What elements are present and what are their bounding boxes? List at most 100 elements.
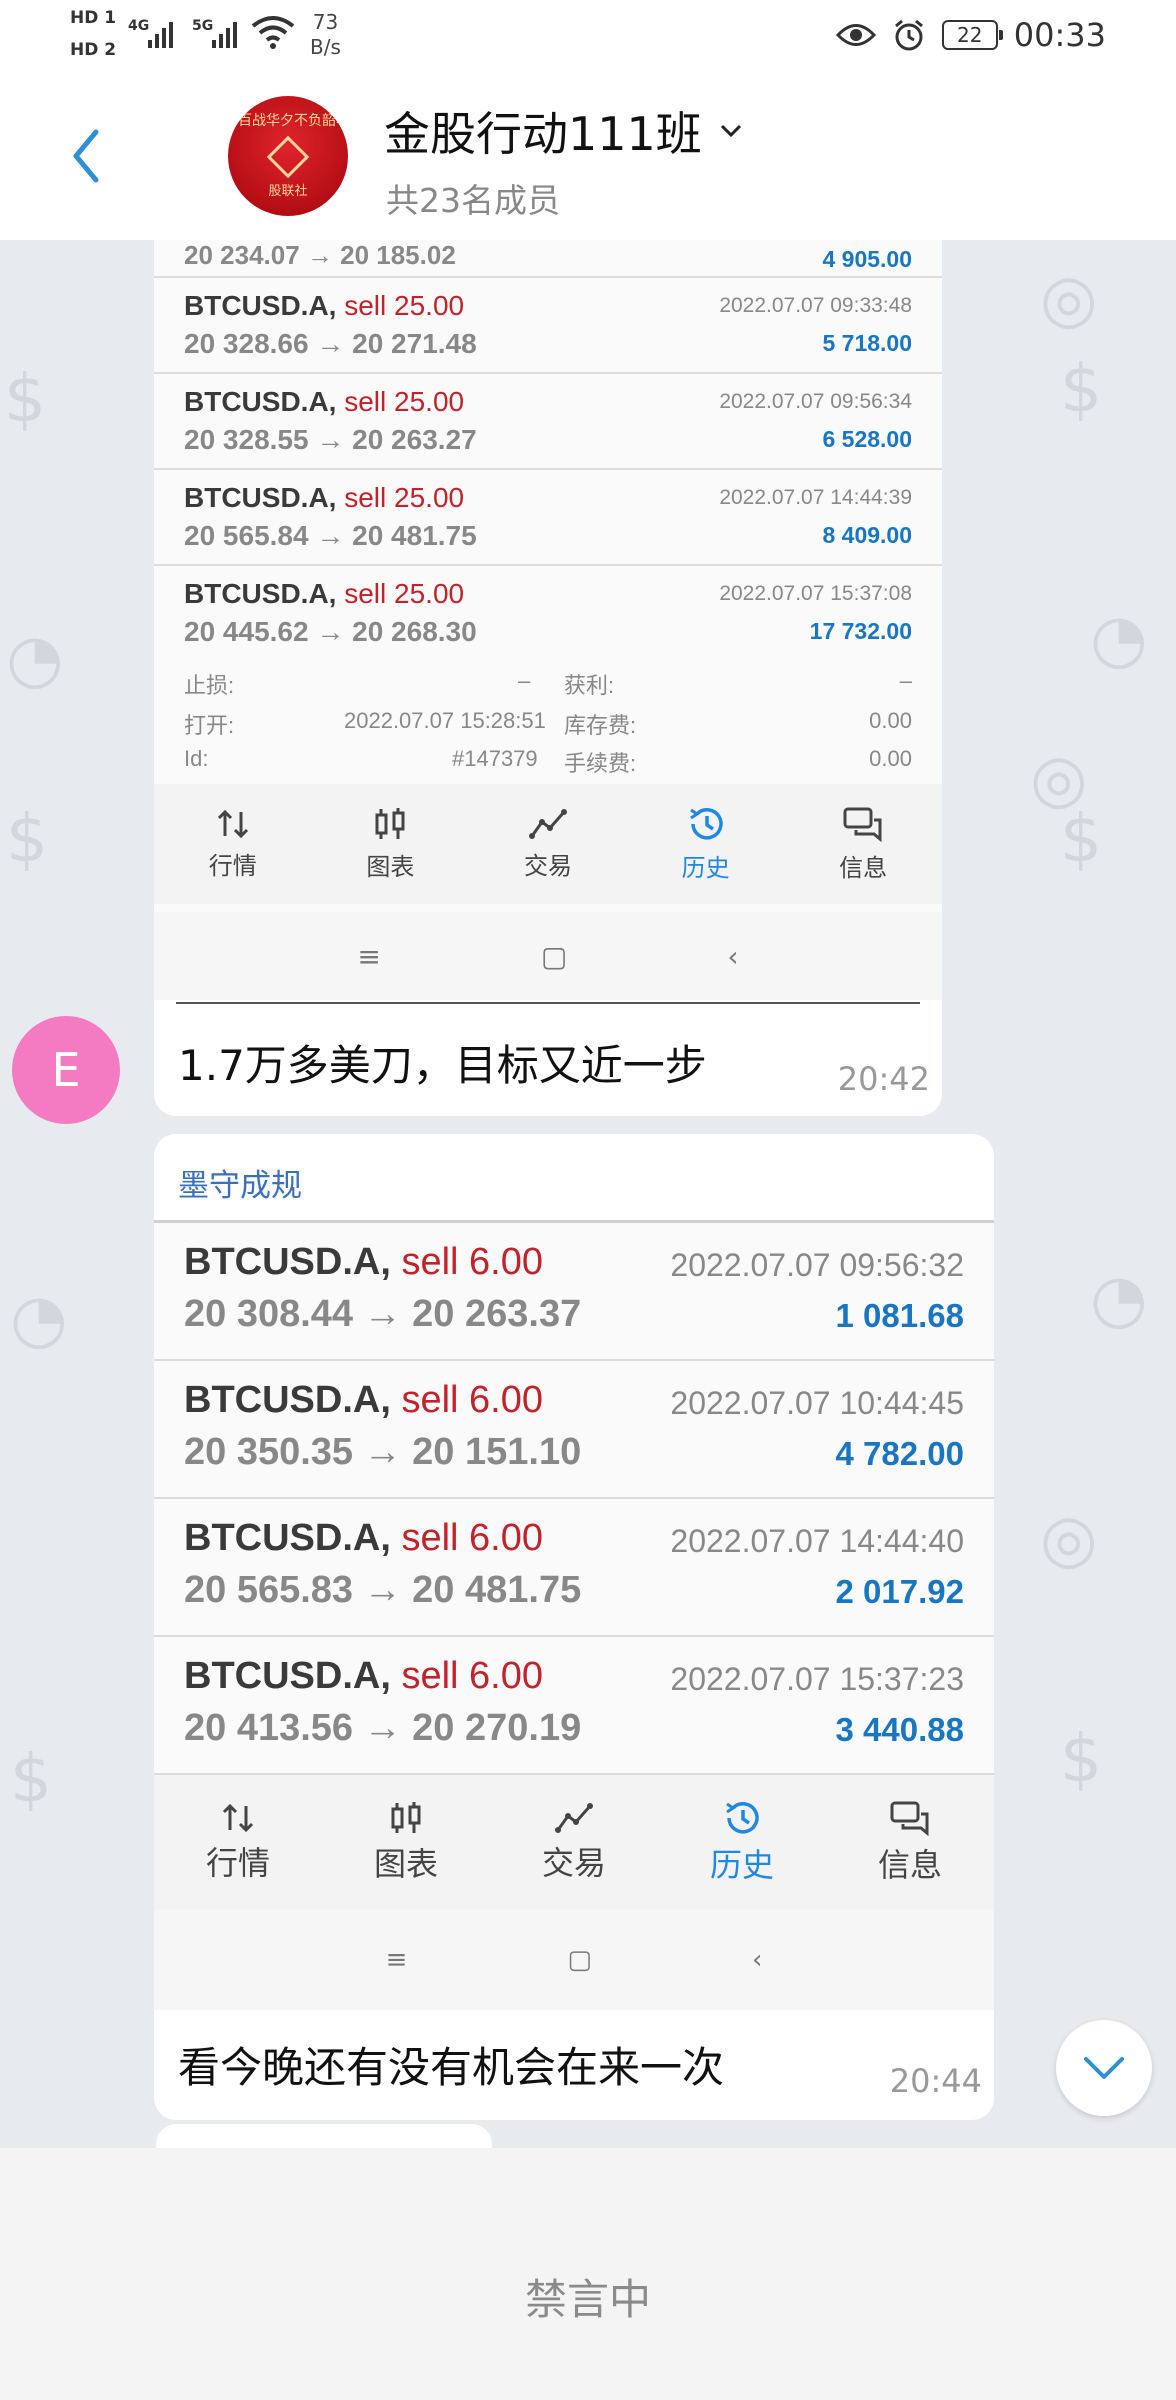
trade-action: sell 6.00	[401, 1241, 543, 1283]
tab-history: 历史	[627, 784, 785, 904]
tab-label: 行情	[205, 1843, 270, 1882]
swap-label: 库存费:	[564, 713, 637, 738]
group-avatar[interactable]: 百战华夕不负韶华 股联社	[228, 96, 348, 216]
tab-chart: 图表	[322, 1775, 490, 1910]
dollar-icon: $	[6, 800, 48, 877]
home-square-icon: ▢	[567, 1945, 592, 1975]
status-bar: HD 1 HD 2 4G 5G 73 B/s 22 00:33	[0, 0, 1176, 74]
sender-name[interactable]: 墨守成规	[178, 1160, 302, 1205]
trade-action: sell 25.00	[344, 578, 465, 609]
quotes-icon	[217, 809, 248, 838]
message-bubble[interactable]: 墨守成规 BTCUSD.A, sell 6.00 20 308.44 → 20 …	[154, 1134, 994, 2120]
chat-header: 百战华夕不负韶华 股联社 金股行动111班 共23名成员	[0, 74, 1176, 240]
trade-profit: 2 017.92	[835, 1573, 964, 1610]
trade-profit: 1 081.68	[835, 1297, 964, 1334]
member-count: 共23名成员	[386, 181, 560, 220]
trade-symbol: BTCUSD.A,	[184, 386, 337, 417]
home-square-icon: ▢	[540, 939, 568, 973]
sender-avatar[interactable]: E	[12, 1016, 120, 1124]
tab-quotes: 行情	[154, 1775, 322, 1910]
open-value: 2022.07.07 15:28:51	[344, 708, 546, 733]
message-text: 看今晚还有没有机会在来一次	[178, 2043, 725, 2092]
trade-time: 2022.07.07 14:44:40	[670, 1523, 964, 1559]
trade-profit: 8 409.00	[822, 522, 912, 548]
scroll-to-bottom-button[interactable]	[1056, 2020, 1152, 2116]
swap-value: 0.00	[869, 708, 912, 733]
menu-icon: ≡	[385, 1945, 408, 1975]
trend-line-icon	[528, 808, 567, 839]
pie-chart-icon: ◔	[1090, 1260, 1148, 1337]
signal-bars-icon	[212, 18, 237, 48]
trade-prices: 20 328.55 → 20 263.27	[184, 424, 477, 455]
wifi-icon	[251, 16, 295, 49]
trade-action: sell 6.00	[401, 1655, 543, 1697]
fee-label: 手续费:	[564, 751, 637, 776]
android-nav-bar: ≡ ▢ ‹	[154, 1910, 994, 2010]
trade-time: 2022.07.07 15:37:08	[719, 582, 912, 605]
message-bubble[interactable]: 20 234.07 → 20 185.02 4 905.00 BTCUSD.A,…	[154, 240, 942, 1116]
trade-action: sell 25.00	[344, 290, 465, 321]
trade-profit: 4 905.00	[822, 246, 912, 272]
trade-prices: 20 565.84 → 20 481.75	[184, 520, 477, 551]
trade-profit: 6 528.00	[822, 426, 912, 452]
chevron-down-icon[interactable]	[720, 124, 742, 138]
trend-line-icon	[555, 1802, 593, 1833]
trade-symbol: BTCUSD.A,	[184, 482, 337, 513]
open-label: 打开:	[184, 713, 235, 738]
trade-time: 2022.07.07 09:33:48	[719, 294, 912, 317]
tab-trade: 交易	[490, 1775, 658, 1910]
take-profit-value: –	[899, 668, 912, 693]
candlestick-icon	[375, 807, 405, 839]
trade-action: sell 6.00	[401, 1379, 543, 1421]
dollar-icon: $	[1060, 800, 1102, 877]
history-clock-icon	[689, 807, 723, 840]
trade-time: 2022.07.07 15:37:23	[670, 1661, 964, 1697]
history-clock-icon	[726, 1801, 759, 1834]
group-name: 金股行动111班	[384, 107, 702, 161]
speed-unit: B/s	[310, 35, 341, 59]
avatar-logo-icon	[266, 135, 310, 179]
back-chevron-icon: ‹	[727, 939, 739, 973]
hd1-indicator: HD 1	[70, 8, 117, 28]
message-time: 20:42	[837, 1060, 930, 1098]
hd2-indicator: HD 2	[70, 40, 117, 60]
dollar-icon: $	[1060, 1720, 1102, 1797]
stop-loss-value: –	[518, 668, 531, 693]
network-speed: 73 B/s	[310, 10, 341, 60]
tab-label: 历史	[709, 1845, 774, 1884]
android-nav-bar: ≡ ▢ ‹	[154, 912, 942, 1000]
chat-bubbles-icon	[843, 807, 882, 842]
trade-time: 2022.07.07 09:56:34	[719, 390, 912, 413]
divider	[176, 1002, 920, 1004]
pie-chart-icon: ◔	[6, 620, 64, 697]
trade-row: 20 234.07 → 20 185.02 4 905.00	[154, 240, 942, 278]
trade-action: sell 6.00	[401, 1517, 543, 1559]
trade-action: sell 25.00	[344, 482, 465, 513]
trade-time: 2022.07.07 10:44:45	[670, 1385, 964, 1421]
battery-icon: 22	[941, 20, 1003, 50]
group-title[interactable]: 金股行动111班	[384, 98, 742, 164]
trade-prices: 20 328.66 → 20 271.48	[184, 328, 477, 359]
signal-4g-label: 4G	[128, 18, 150, 34]
chevron-down-icon	[1084, 2057, 1124, 2079]
trade-time: 2022.07.07 09:56:32	[670, 1247, 964, 1283]
trade-prices: 20 350.35 → 20 151.10	[184, 1431, 582, 1473]
back-arrow-icon[interactable]	[68, 126, 104, 186]
candlestick-icon	[391, 1801, 421, 1833]
app-tab-bar: 行情 图表 交易 历史 信息	[154, 784, 942, 904]
trade-row: BTCUSD.A, sell 6.00 20 565.83 → 20 481.7…	[154, 1499, 994, 1637]
pie-chart-icon: ◔	[1090, 600, 1148, 677]
muted-label: 禁言中	[524, 2275, 651, 2324]
trade-symbol: BTCUSD.A,	[184, 1241, 391, 1283]
tab-label: 交易	[541, 1843, 606, 1882]
message-time: 20:44	[889, 2062, 982, 2100]
trade-symbol: BTCUSD.A,	[184, 1517, 391, 1559]
trade-row: BTCUSD.A, sell 6.00 20 308.44 → 20 263.3…	[154, 1223, 994, 1361]
clock: 00:33	[1013, 16, 1106, 54]
trade-action: sell 25.00	[344, 386, 465, 417]
tab-label: 信息	[839, 853, 888, 882]
trade-symbol: BTCUSD.A,	[184, 290, 337, 321]
pie-chart-icon: ◔	[10, 1280, 68, 1357]
trade-profit: 3 440.88	[835, 1711, 964, 1748]
trade-symbol: BTCUSD.A,	[184, 578, 337, 609]
